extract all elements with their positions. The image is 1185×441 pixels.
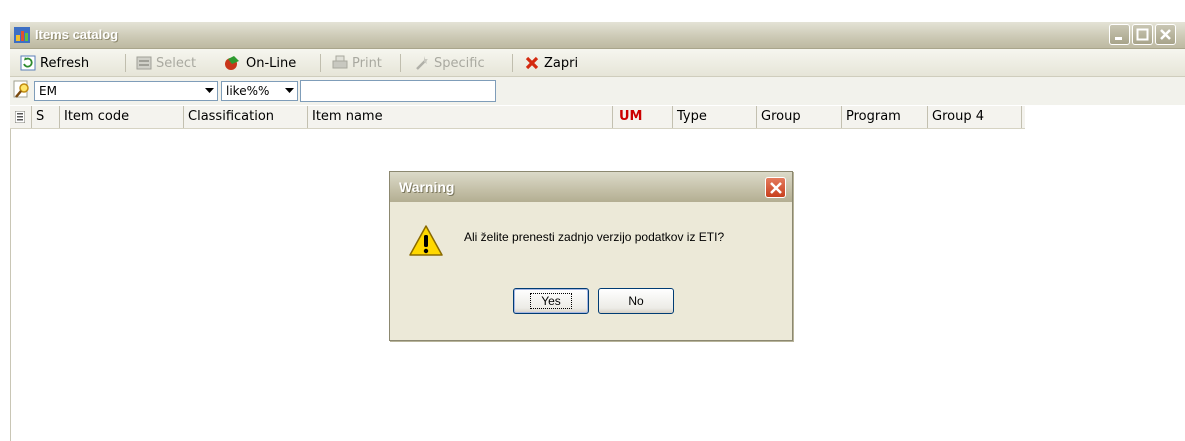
chevron-down-icon [285, 88, 294, 93]
refresh-icon [20, 55, 36, 71]
window-title: Items catalog [35, 27, 119, 42]
select-button[interactable]: Select [136, 53, 196, 73]
search-input[interactable] [300, 80, 496, 102]
search-operator-combo[interactable]: like%% [221, 81, 298, 101]
online-button[interactable]: On-Line [224, 53, 296, 73]
select-label: Select [156, 55, 197, 71]
dialog-title: Warning [399, 179, 455, 195]
warning-dialog: Warning Ali želite prenesti zadnjo verzi… [389, 171, 793, 341]
grid-header: S Item code Classification Item name UM … [10, 106, 1025, 129]
search-icon [13, 80, 31, 103]
dialog-title-bar[interactable]: Warning [390, 172, 792, 202]
column-header-item-name[interactable]: Item name [308, 106, 613, 128]
search-field-value: EM [39, 84, 57, 98]
toolbar-separator [512, 54, 513, 72]
toolbar-separator [125, 54, 126, 72]
column-header-classification[interactable]: Classification [184, 106, 308, 128]
dialog-message: Ali želite prenesti zadnjo verzijo podat… [464, 230, 725, 244]
maximize-button[interactable] [1132, 24, 1153, 45]
title-bar[interactable]: Items catalog [10, 22, 1185, 49]
toolbar: Refresh Select On-Line Print Specific Za… [10, 49, 1185, 77]
column-header-group[interactable]: Group [757, 106, 842, 128]
search-row: EM like%% [10, 77, 1185, 105]
zapri-label: Zapri [544, 55, 579, 71]
no-label: No [628, 294, 644, 308]
specific-icon [416, 56, 428, 70]
toolbar-separator [320, 54, 321, 72]
close-window-button[interactable] [1155, 24, 1176, 45]
refresh-label: Refresh [40, 55, 90, 71]
specific-label: Specific [434, 55, 485, 71]
zapri-button[interactable]: Zapri [524, 53, 578, 73]
list-icon [14, 110, 26, 124]
close-icon [1160, 29, 1171, 40]
column-header-group-4[interactable]: Group 4 [928, 106, 1022, 128]
chevron-down-icon [205, 88, 214, 93]
online-icon [225, 56, 239, 70]
yes-button[interactable]: Yes [513, 288, 589, 314]
specific-button[interactable]: Specific [414, 53, 485, 73]
select-icon [136, 56, 152, 70]
close-icon [770, 182, 782, 194]
print-button[interactable]: Print [332, 53, 382, 73]
column-header-item-code[interactable]: Item code [60, 106, 184, 128]
search-field-combo[interactable]: EM [34, 81, 218, 101]
search-operator-value: like%% [226, 84, 270, 98]
app-icon [14, 27, 30, 43]
no-button[interactable]: No [598, 288, 674, 314]
warning-icon [408, 224, 444, 261]
yes-label: Yes [530, 293, 572, 309]
online-label: On-Line [246, 55, 297, 71]
maximize-icon [1136, 28, 1149, 41]
toolbar-separator [400, 54, 401, 72]
minimize-icon [1115, 37, 1122, 40]
minimize-button[interactable] [1109, 24, 1130, 45]
dialog-close-button[interactable] [765, 177, 786, 198]
column-header-um[interactable]: UM [613, 106, 673, 128]
row-selector-header[interactable] [10, 106, 32, 128]
print-label: Print [352, 55, 382, 71]
print-icon [332, 55, 348, 69]
refresh-button[interactable]: Refresh [20, 53, 89, 73]
column-header-type[interactable]: Type [673, 106, 757, 128]
column-header-program[interactable]: Program [842, 106, 928, 128]
close-icon [525, 56, 539, 70]
column-header-s[interactable]: S [32, 106, 60, 128]
